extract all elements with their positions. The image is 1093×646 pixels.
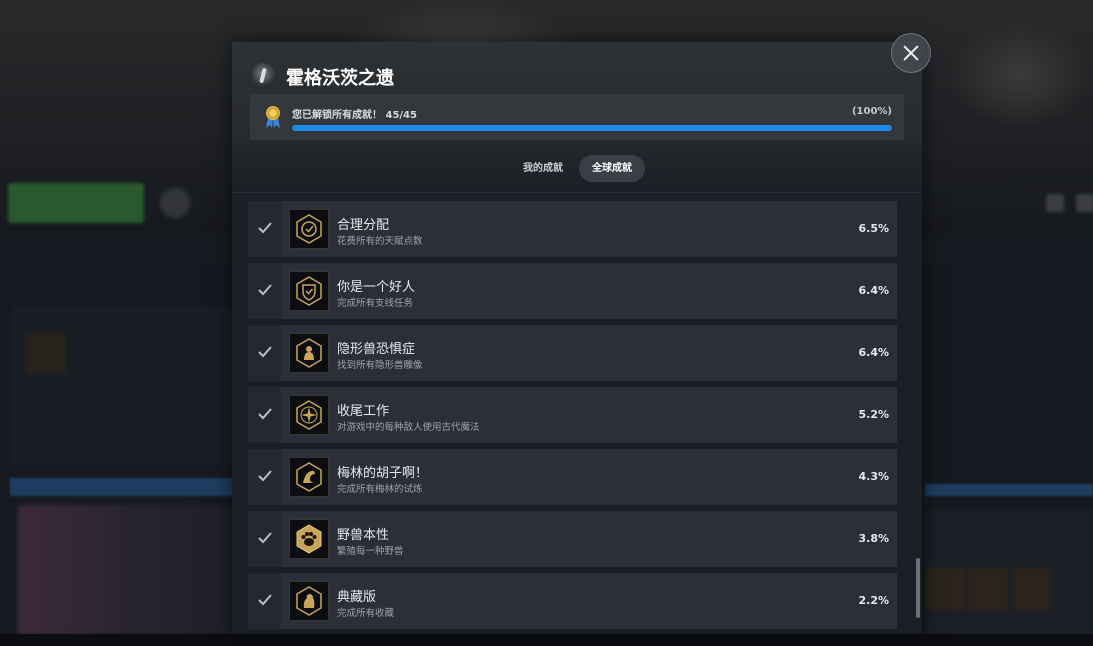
tab-global-achievements[interactable]: 全球成就 bbox=[579, 155, 645, 182]
talent-badge-icon bbox=[289, 209, 329, 249]
achievement-name: 合理分配 bbox=[337, 218, 390, 233]
achievement-description: 完成所有支线任务 bbox=[337, 298, 414, 309]
merlin-badge-icon bbox=[289, 457, 329, 497]
checkmark-icon bbox=[258, 408, 272, 420]
unlocked-check bbox=[248, 325, 281, 381]
achievement-global-percent: 4.3% bbox=[858, 470, 889, 483]
checkmark-icon bbox=[258, 470, 272, 482]
unlocked-check bbox=[248, 511, 281, 567]
checkmark-icon bbox=[258, 346, 272, 358]
achievement-description: 完成所有梅林的试炼 bbox=[337, 484, 423, 495]
unlocked-check bbox=[248, 263, 281, 319]
achievement-row[interactable]: 合理分配 花费所有的天赋点数 6.5% bbox=[248, 201, 897, 257]
checkmark-icon bbox=[258, 284, 272, 296]
paw-badge-icon bbox=[289, 519, 329, 559]
tab-my-achievements[interactable]: 我的成就 bbox=[514, 155, 572, 182]
game-title: 霍格沃茨之遗 bbox=[286, 68, 394, 89]
statue-badge-icon bbox=[289, 333, 329, 373]
medal-icon bbox=[266, 106, 280, 128]
achievement-row[interactable]: 收尾工作 对游戏中的每种敌人使用古代魔法 5.2% bbox=[248, 387, 897, 443]
game-icon bbox=[250, 63, 276, 89]
modal-header: 霍格沃茨之遗 您已解锁所有成就！ 45/45 (100%) bbox=[232, 42, 922, 142]
achievement-row[interactable]: 梅林的胡子啊！ 完成所有梅林的试炼 4.3% bbox=[248, 449, 897, 505]
achievement-description: 找到所有隐形兽雕像 bbox=[337, 360, 423, 371]
checkmark-icon bbox=[258, 222, 272, 234]
progress-text: 您已解锁所有成就！ 45/45 bbox=[292, 110, 417, 121]
progress-bar bbox=[292, 125, 892, 131]
achievement-name: 梅林的胡子啊！ bbox=[337, 466, 429, 481]
unlocked-check bbox=[248, 573, 281, 629]
unlocked-check bbox=[248, 387, 281, 443]
list-scrollbar[interactable] bbox=[916, 558, 920, 618]
achievement-name: 隐形兽恐惧症 bbox=[337, 342, 416, 357]
achievement-name: 典藏版 bbox=[337, 590, 377, 605]
achievement-global-percent: 5.2% bbox=[858, 408, 889, 421]
checkmark-icon bbox=[258, 594, 272, 606]
achievement-description: 繁殖每一种野兽 bbox=[337, 546, 404, 557]
achievement-name: 你是一个好人 bbox=[337, 280, 416, 295]
progress-bar-fill bbox=[292, 125, 892, 131]
collection-badge-icon bbox=[289, 581, 329, 621]
checkmark-icon bbox=[258, 532, 272, 544]
achievement-row[interactable]: 野兽本性 繁殖每一种野兽 3.8% bbox=[248, 511, 897, 567]
achievements-modal: 霍格沃茨之遗 您已解锁所有成就！ 45/45 (100%) 我的成就 全球成就 bbox=[232, 42, 922, 634]
achievement-global-percent: 6.4% bbox=[858, 284, 889, 297]
achievement-global-percent: 6.5% bbox=[858, 222, 889, 235]
achievement-row[interactable]: 典藏版 完成所有收藏 2.2% bbox=[248, 573, 897, 629]
shield-check-badge-icon bbox=[289, 271, 329, 311]
achievement-row[interactable]: 你是一个好人 完成所有支线任务 6.4% bbox=[248, 263, 897, 319]
achievement-name: 收尾工作 bbox=[337, 404, 390, 419]
ancient-magic-badge-icon bbox=[289, 395, 329, 435]
unlocked-check bbox=[248, 449, 281, 505]
achievement-list[interactable]: 合理分配 花费所有的天赋点数 6.5% 你是一个好人 完成所有支线任务 6.4% bbox=[232, 193, 922, 634]
achievement-name: 野兽本性 bbox=[337, 528, 390, 543]
achievement-progress: 您已解锁所有成就！ 45/45 (100%) bbox=[250, 94, 904, 140]
achievement-description: 完成所有收藏 bbox=[337, 608, 395, 619]
achievement-description: 花费所有的天赋点数 bbox=[337, 236, 423, 247]
achievement-global-percent: 2.2% bbox=[858, 594, 889, 607]
progress-percent: (100%) bbox=[851, 106, 892, 117]
achievement-row[interactable]: 隐形兽恐惧症 找到所有隐形兽雕像 6.4% bbox=[248, 325, 897, 381]
achievement-global-percent: 3.8% bbox=[858, 532, 889, 545]
close-button[interactable] bbox=[891, 33, 931, 73]
achievement-tabs: 我的成就 全球成就 bbox=[232, 142, 922, 193]
achievement-description: 对游戏中的每种敌人使用古代魔法 bbox=[337, 422, 480, 433]
achievement-global-percent: 6.4% bbox=[858, 346, 889, 359]
unlocked-check bbox=[248, 201, 281, 257]
